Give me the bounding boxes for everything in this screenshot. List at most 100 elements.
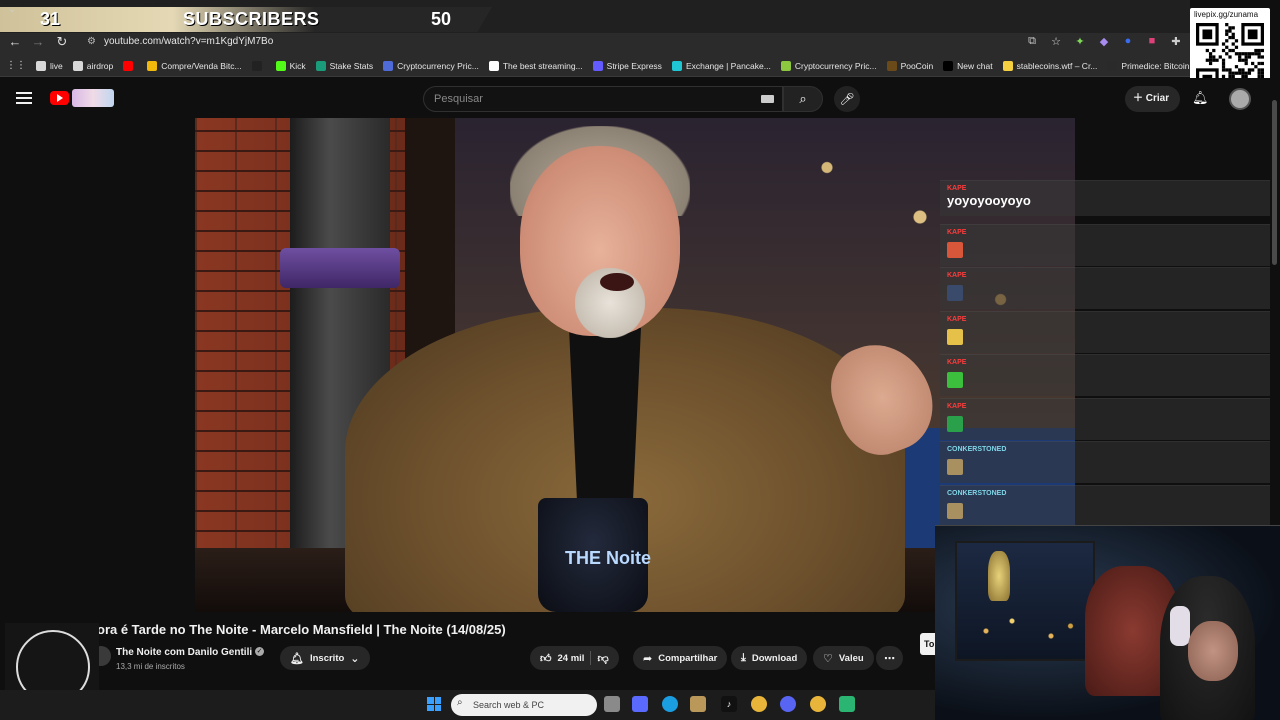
taskbar-search[interactable]: Search web & PC bbox=[451, 694, 597, 716]
download-button[interactable]: ⤓ Download bbox=[731, 646, 808, 670]
extension-icon[interactable]: ◆ bbox=[1096, 35, 1112, 48]
bookmark-item[interactable]: airdrop bbox=[72, 60, 113, 71]
qr-module bbox=[1260, 61, 1264, 66]
bookmark-item[interactable]: stablecoins.wtf – Cr... bbox=[1002, 60, 1097, 71]
bookmark-item[interactable]: Kick bbox=[275, 60, 306, 71]
back-icon[interactable]: ← bbox=[5, 33, 25, 51]
chat-message: KAPE bbox=[940, 223, 1270, 266]
qr-module bbox=[1231, 32, 1235, 36]
bookmark-item[interactable] bbox=[123, 60, 137, 71]
chevron-down-icon[interactable]: ⌄ bbox=[8, 4, 16, 15]
tiktok-icon[interactable]: ♪ bbox=[721, 696, 737, 712]
bookmark-item[interactable]: Stake Stats bbox=[315, 60, 373, 71]
more-actions-button[interactable]: ⋯ bbox=[876, 646, 903, 670]
bookmark-item[interactable]: Stripe Express bbox=[592, 60, 662, 71]
keyboard-icon[interactable] bbox=[761, 95, 774, 103]
qr-module bbox=[1225, 68, 1229, 72]
edge-icon[interactable] bbox=[662, 696, 678, 712]
bookmark-label: Cryptocurrency Pric... bbox=[794, 60, 877, 71]
scrollbar-thumb[interactable] bbox=[1272, 100, 1277, 265]
qr-module bbox=[1225, 45, 1229, 49]
star-icon[interactable]: ☆ bbox=[1048, 35, 1064, 48]
bookmark-icon bbox=[671, 60, 682, 71]
qr-module bbox=[1241, 68, 1245, 72]
bookmark-item[interactable]: The best streaming... bbox=[488, 60, 583, 71]
qr-module bbox=[1208, 52, 1213, 56]
bookmark-icon bbox=[383, 60, 394, 71]
bookmarks-bar: ⋮⋮ live airdrop Compre/Venda Bitc... Kick St… bbox=[0, 55, 1190, 77]
dislike-icon[interactable]: 👎︎ bbox=[597, 652, 608, 665]
bookmark-label: Compre/Venda Bitc... bbox=[161, 60, 242, 71]
bookmark-item[interactable]: PooCoin bbox=[886, 60, 933, 71]
chrome-icon[interactable] bbox=[810, 696, 826, 712]
subscribed-button[interactable]: 🔔︎ Inscrito ⌄ bbox=[280, 646, 370, 670]
app-icon[interactable] bbox=[690, 696, 706, 712]
qr-module bbox=[1257, 55, 1261, 59]
chat-username: KAPE bbox=[947, 359, 967, 366]
puzzle-icon[interactable]: ✚ bbox=[1168, 35, 1184, 48]
menu-icon[interactable] bbox=[16, 92, 32, 104]
bookmark-item[interactable]: Primedice: Bitcoin G... bbox=[1107, 60, 1190, 71]
create-button[interactable]: ＋ Criar bbox=[1125, 86, 1180, 112]
task-view-icon[interactable] bbox=[604, 696, 620, 712]
bookmark-item[interactable]: live bbox=[36, 60, 63, 71]
qr-module bbox=[1228, 26, 1232, 30]
forward-icon[interactable]: → bbox=[28, 33, 48, 51]
chat-message: CONKERSTONED bbox=[940, 441, 1270, 483]
chrome-icon[interactable] bbox=[751, 696, 767, 712]
bookmark-icon bbox=[315, 60, 326, 71]
chat-text: yoyoyooyoyo bbox=[947, 193, 1031, 208]
qr-label: livepix.gg/zunama bbox=[1194, 10, 1259, 19]
mic-button[interactable]: 🎤︎ bbox=[834, 86, 860, 112]
bookmark-label: live bbox=[50, 60, 63, 71]
qr-module bbox=[1205, 58, 1209, 62]
channel-name[interactable]: The Noite com Danilo Gentili bbox=[116, 647, 252, 658]
qr-module bbox=[1247, 29, 1258, 40]
qr-module bbox=[1228, 55, 1232, 59]
side-button[interactable]: To bbox=[920, 633, 935, 655]
qr-module bbox=[1238, 52, 1242, 56]
chat-username: KAPE bbox=[947, 402, 967, 410]
qr-module bbox=[1234, 45, 1239, 49]
thanks-button[interactable]: ♡ Valeu bbox=[813, 646, 874, 670]
qr-module bbox=[1221, 42, 1226, 46]
account-avatar[interactable] bbox=[1229, 88, 1251, 110]
bookmark-item[interactable]: Compre/Venda Bitc... bbox=[147, 60, 242, 71]
bookmark-item[interactable]: Cryptocurrency Pric... bbox=[383, 60, 479, 71]
screen: ⌄ 31 SUBSCRIBERS 50 ← → ↻ ⚙ youtube.com/… bbox=[0, 0, 1280, 720]
search-button[interactable]: ⌕ bbox=[783, 86, 823, 112]
youtube-doodle[interactable] bbox=[72, 89, 114, 107]
install-icon[interactable]: ⧉ bbox=[1024, 35, 1040, 48]
qr-module bbox=[1254, 48, 1258, 53]
bookmark-item[interactable]: Cryptocurrency Pric... bbox=[780, 60, 877, 71]
like-count[interactable]: 24 mil bbox=[558, 653, 585, 664]
app-icon[interactable] bbox=[839, 696, 855, 712]
extension-icons: ⧉ ☆ ✦ ◆ ● ■ ✚ bbox=[1024, 35, 1184, 48]
verified-icon: ✓ bbox=[255, 647, 264, 656]
windows-start-icon[interactable] bbox=[427, 697, 441, 711]
chat-emote-icon bbox=[947, 415, 963, 432]
share-button[interactable]: ➦ Compartilhar bbox=[633, 646, 728, 670]
search-placeholder: Pesquisar bbox=[434, 93, 483, 105]
share-label: Compartilhar bbox=[658, 652, 718, 664]
youtube-logo[interactable] bbox=[50, 91, 69, 105]
reload-icon[interactable]: ↻ bbox=[52, 33, 72, 51]
bookmark-icon bbox=[780, 60, 791, 71]
bookmark-item[interactable]: New chat bbox=[943, 60, 993, 71]
site-info-icon[interactable]: ⚙ bbox=[87, 36, 96, 47]
thanks-label: Valeu bbox=[838, 652, 864, 664]
extension-icon[interactable]: ✦ bbox=[1072, 35, 1088, 48]
qr-module bbox=[1231, 26, 1235, 30]
url-text[interactable]: youtube.com/watch?v=m1KgdYjM7Bo bbox=[104, 36, 273, 47]
like-icon[interactable]: 👍︎ bbox=[540, 652, 552, 665]
bookmark-item[interactable]: Exchange | Pancake... bbox=[671, 60, 771, 71]
apps-grid-icon[interactable]: ⋮⋮ bbox=[6, 60, 26, 71]
extension-icon[interactable]: ■ bbox=[1144, 35, 1160, 48]
like-dislike-group: 👍︎ 24 mil 👎︎ bbox=[530, 646, 619, 670]
bookmark-item[interactable] bbox=[251, 60, 266, 71]
extension-icon[interactable]: ● bbox=[1120, 35, 1136, 48]
copilot-icon[interactable] bbox=[632, 696, 648, 712]
discord-icon[interactable] bbox=[780, 696, 796, 712]
chat-message: KAPE bbox=[940, 310, 1270, 353]
bell-icon[interactable]: 🔔︎ bbox=[1192, 90, 1209, 106]
